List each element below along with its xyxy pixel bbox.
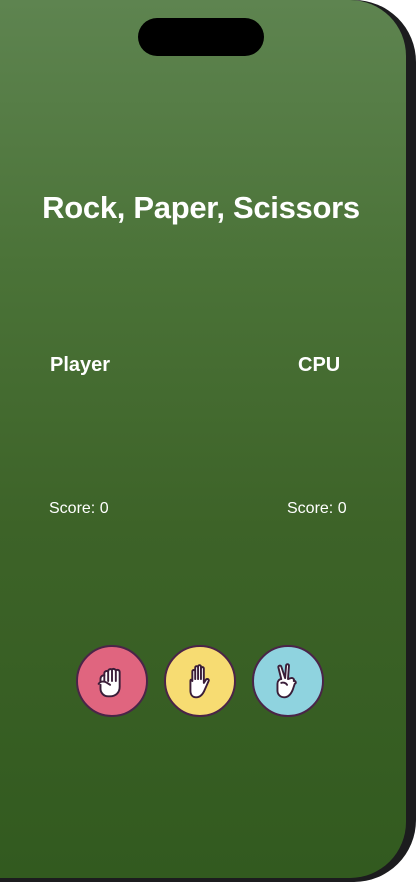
scissors-button[interactable] <box>252 645 324 717</box>
player-label: Player <box>50 354 111 376</box>
device-frame: Rock, Paper, Scissors Player CPU Score: … <box>0 0 416 882</box>
fist-icon <box>97 667 121 698</box>
app-screen: Rock, Paper, Scissors Player CPU Score: … <box>0 0 406 878</box>
open-hand-icon <box>189 664 210 699</box>
peace-hand-icon <box>276 663 297 699</box>
dynamic-island <box>138 18 264 56</box>
rock-button[interactable] <box>76 645 148 717</box>
player-score: Score: 0 <box>49 500 109 517</box>
paper-button[interactable] <box>164 645 236 717</box>
game-title: Rock, Paper, Scissors <box>42 190 360 225</box>
cpu-score: Score: 0 <box>287 500 347 517</box>
cpu-label: CPU <box>298 354 341 376</box>
